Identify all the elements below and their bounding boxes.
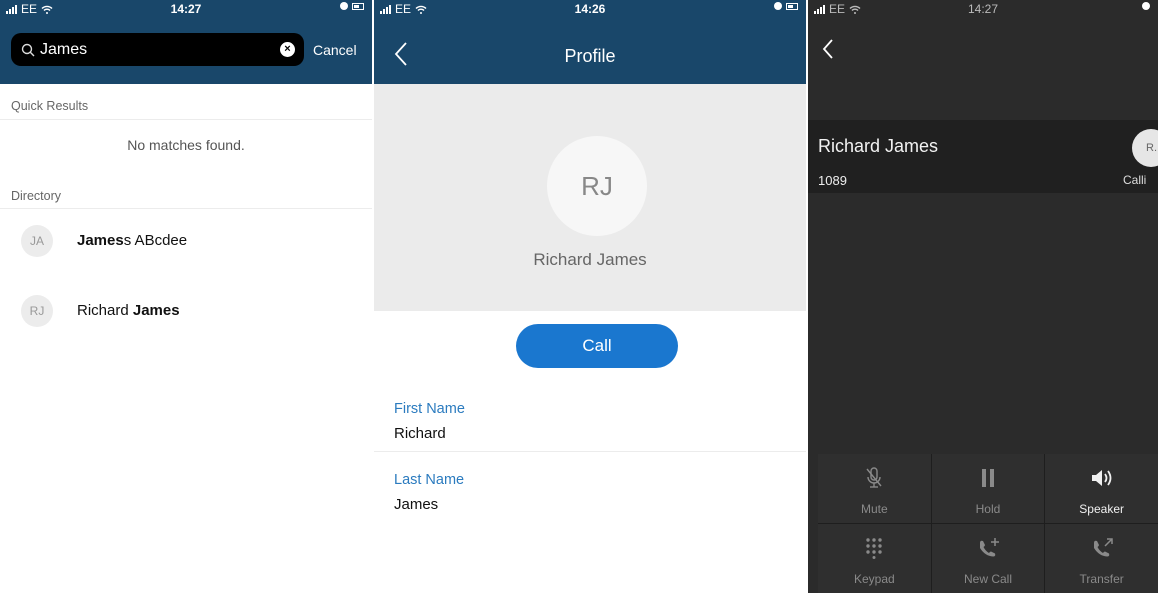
call-status: Calli (1123, 173, 1147, 187)
profile-header: EE 14:26 Profile (374, 0, 806, 84)
avatar: RJ (21, 295, 53, 327)
directory-header: Directory (11, 189, 62, 203)
first-name-label: First Name (394, 401, 465, 417)
search-query: James (40, 40, 88, 58)
orientation-lock-icon (774, 2, 782, 10)
speaker-button[interactable]: Speaker (1045, 454, 1158, 523)
status-bar: EE 14:26 (374, 0, 806, 18)
orientation-lock-icon (1142, 2, 1150, 10)
orientation-lock-icon (340, 2, 348, 10)
no-matches-message: No matches found. (127, 137, 245, 153)
new-call-label: New Call (963, 572, 1012, 586)
last-name-value: James (394, 496, 439, 513)
status-time: 14:26 (574, 2, 606, 16)
call-button[interactable]: Call (516, 324, 678, 368)
page-title: Profile (564, 46, 616, 66)
search-screen: EE 14:27 James × Cancel Quick Results No… (0, 0, 372, 593)
pause-icon (981, 469, 994, 487)
mute-label: Mute (860, 502, 888, 516)
mic-muted-icon (866, 467, 882, 488)
status-time: 14:27 (170, 2, 202, 16)
last-name-label: Last Name (394, 472, 465, 488)
keypad-label: Keypad (853, 572, 895, 586)
new-call-button[interactable]: New Call (931, 524, 1045, 593)
back-chevron-icon[interactable] (822, 38, 834, 60)
battery-icon (786, 2, 798, 10)
status-time: 14:27 (967, 2, 999, 16)
status-bar: EE 14:27 (808, 0, 1158, 18)
profile-avatar: RJ (547, 136, 647, 236)
avatar: JA (21, 225, 53, 257)
transfer-call-icon (1093, 538, 1113, 557)
cancel-button[interactable]: Cancel (313, 42, 357, 58)
call-controls: Mute Hold Speaker Keypad New Call Transf… (818, 454, 1158, 593)
quick-results-header: Quick Results (11, 99, 89, 113)
speaker-label: Speaker (1079, 502, 1124, 516)
search-input[interactable]: James × (11, 33, 304, 66)
result-name: Jamess ABcdee (77, 232, 188, 249)
divider (0, 208, 372, 209)
transfer-button[interactable]: Transfer (1045, 524, 1158, 593)
status-bar: EE 14:27 (0, 0, 372, 18)
keypad-icon (866, 538, 883, 559)
result-name: Richard James (77, 302, 180, 319)
profile-name: Richard James (533, 250, 647, 269)
first-name-value: Richard (394, 425, 446, 442)
directory-result-jamess-abcdee[interactable]: JA Jamess ABcdee (0, 218, 372, 266)
search-header: EE 14:27 James × Cancel (0, 0, 372, 84)
hold-label: Hold (975, 502, 1001, 516)
hold-button[interactable]: Hold (931, 454, 1045, 523)
mute-button[interactable]: Mute (818, 454, 931, 523)
clear-search-icon[interactable]: × (280, 42, 295, 57)
search-icon (21, 43, 35, 56)
caller-number: 1089 (818, 173, 847, 188)
caller-name: Richard James (818, 136, 939, 156)
speaker-icon (1091, 470, 1112, 486)
profile-screen: EE 14:26 Profile RJ Richard James Call F… (374, 0, 806, 593)
transfer-label: Transfer (1079, 572, 1124, 586)
divider (374, 451, 806, 452)
divider (0, 119, 372, 120)
caller-avatar: R. (1132, 129, 1158, 167)
battery-icon (352, 2, 364, 10)
keypad-button[interactable]: Keypad (818, 524, 931, 593)
add-call-icon (979, 538, 999, 557)
directory-result-richard-james[interactable]: RJ Richard James (0, 288, 372, 336)
profile-hero: RJ Richard James (374, 84, 806, 311)
call-screen: EE 14:27 Richard James 1089 R. Calli Mut… (808, 0, 1158, 593)
caller-info: Richard James 1089 R. Calli (808, 120, 1158, 193)
